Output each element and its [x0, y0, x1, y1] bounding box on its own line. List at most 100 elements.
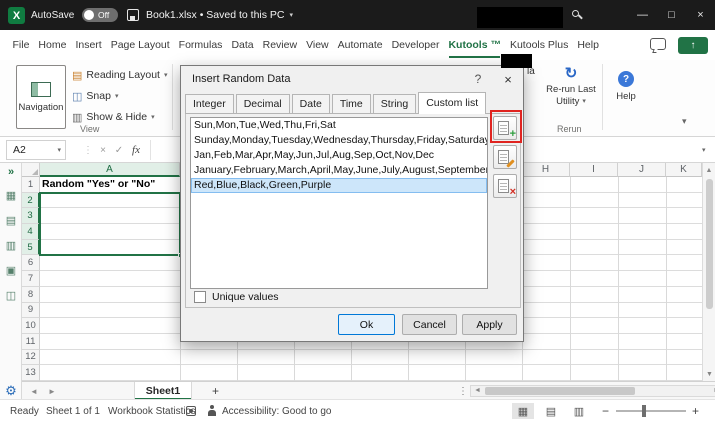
rerun-last-utility-button[interactable]: ↻ Re-run Last Utility ▾: [543, 65, 599, 129]
row-header[interactable]: 12: [22, 349, 40, 366]
row-header[interactable]: 6: [22, 255, 40, 272]
row-header[interactable]: 11: [22, 333, 40, 350]
list-item[interactable]: January,February,March,April,May,June,Ju…: [191, 163, 487, 178]
zoom-out-button[interactable]: −: [602, 400, 609, 421]
name-manager-pane-icon[interactable]: ▣: [0, 264, 22, 277]
page-break-view-icon[interactable]: ▥: [568, 403, 590, 419]
save-icon[interactable]: [127, 9, 139, 21]
enter-entry-icon[interactable]: ✓: [112, 140, 126, 160]
delete-list-button[interactable]: ×: [493, 174, 517, 198]
row-header[interactable]: 13: [22, 365, 40, 381]
list-item[interactable]: Sun,Mon,Tue,Wed,Thu,Fri,Sat: [191, 118, 487, 133]
tab-view[interactable]: View: [302, 30, 334, 60]
page-layout-view-icon[interactable]: ▤: [540, 403, 562, 419]
reading-layout-button[interactable]: ▤ Reading Layout ▾: [72, 66, 167, 84]
list-item[interactable]: Sunday,Monday,Tuesday,Wednesday,Thursday…: [191, 133, 487, 148]
autotext-pane-icon[interactable]: ▥: [0, 239, 22, 252]
dialog-close-button[interactable]: ×: [497, 68, 519, 90]
add-list-button[interactable]: +: [493, 116, 517, 140]
column-header-j[interactable]: J: [618, 163, 666, 177]
search-icon[interactable]: [572, 10, 583, 20]
tab-home[interactable]: Home: [34, 30, 71, 60]
advanced-find-pane-icon[interactable]: ◫: [0, 289, 22, 302]
worksheets-pane-icon[interactable]: ▦: [0, 189, 22, 202]
document-title[interactable]: Book1.xlsx • Saved to this PC ▾: [146, 0, 293, 30]
expand-pane-icon[interactable]: »: [0, 166, 22, 178]
row-header[interactable]: 8: [22, 286, 40, 303]
tab-splitter-icon[interactable]: ⋮: [458, 382, 468, 400]
expand-formula-bar-icon[interactable]: ▾: [702, 146, 706, 154]
accessibility-status[interactable]: Accessibility: Good to go: [222, 400, 332, 421]
cell-a1-value[interactable]: Random "Yes" or "No": [42, 178, 179, 192]
new-sheet-button[interactable]: +: [212, 382, 219, 400]
scroll-up-icon[interactable]: ▲: [703, 167, 715, 174]
tab-automate[interactable]: Automate: [333, 30, 387, 60]
zoom-slider-handle[interactable]: [642, 405, 646, 417]
column-list-pane-icon[interactable]: ▤: [0, 214, 22, 227]
dialog-help-button[interactable]: ?: [467, 68, 489, 90]
tab-file[interactable]: File: [8, 30, 34, 60]
snap-button[interactable]: ◫ Snap ▾: [72, 87, 118, 105]
edit-list-button[interactable]: [493, 145, 517, 169]
tab-developer[interactable]: Developer: [387, 30, 444, 60]
macro-record-icon[interactable]: [186, 406, 196, 416]
dialog-tab-decimal[interactable]: Decimal: [235, 94, 290, 113]
tab-kutools[interactable]: Kutools ™: [444, 30, 506, 60]
column-header-k[interactable]: K: [666, 163, 702, 177]
vertical-scrollbar[interactable]: ▲ ▼: [702, 163, 715, 381]
workbook-statistics-button[interactable]: Workbook Statistics: [108, 400, 196, 421]
row-header[interactable]: 7: [22, 271, 40, 287]
custom-list-box[interactable]: Sun,Mon,Tue,Wed,Thu,Fri,Sat Sunday,Monda…: [190, 117, 488, 289]
scroll-left-icon[interactable]: ◄: [474, 387, 481, 394]
minimize-button[interactable]: —: [628, 0, 657, 30]
column-header-a[interactable]: A: [40, 163, 180, 177]
list-item[interactable]: Jan,Feb,Mar,Apr,May,Jun,Jul,Aug,Sep,Oct,…: [191, 148, 487, 163]
dialog-tab-custom-list[interactable]: Custom list: [418, 92, 487, 114]
collapse-ribbon-icon[interactable]: ▾: [682, 116, 687, 127]
list-item-selected[interactable]: Red,Blue,Black,Green,Purple: [191, 178, 487, 193]
close-button[interactable]: ×: [686, 0, 715, 30]
dialog-tab-date[interactable]: Date: [291, 94, 330, 113]
column-header-h[interactable]: H: [522, 163, 570, 177]
settings-gear-icon[interactable]: ⚙: [0, 383, 22, 399]
next-sheet-icon[interactable]: ►: [48, 382, 56, 400]
row-header[interactable]: 4: [22, 224, 40, 240]
zoom-slider-track[interactable]: [616, 410, 686, 412]
horizontal-scroll-thumb[interactable]: [485, 387, 635, 395]
tab-insert[interactable]: Insert: [71, 30, 106, 60]
insert-function-icon[interactable]: fx: [128, 140, 144, 160]
previous-sheet-icon[interactable]: ◄: [30, 382, 38, 400]
normal-view-icon[interactable]: ▦: [512, 403, 534, 419]
cancel-button[interactable]: Cancel: [402, 314, 457, 335]
help-button[interactable]: ? Help: [606, 65, 646, 129]
tab-help[interactable]: Help: [573, 30, 604, 60]
name-box[interactable]: A2 ▾: [6, 140, 66, 160]
apply-button[interactable]: Apply: [462, 314, 517, 335]
autosave-toggle[interactable]: Off: [82, 8, 118, 22]
row-header[interactable]: 1: [22, 177, 40, 193]
zoom-in-button[interactable]: +: [692, 400, 699, 421]
scroll-down-icon[interactable]: ▼: [703, 371, 715, 378]
comments-icon[interactable]: [650, 38, 666, 53]
select-all-corner[interactable]: [22, 163, 40, 177]
sheet-tab-sheet1[interactable]: Sheet1: [134, 382, 192, 400]
row-header[interactable]: 2: [22, 192, 40, 209]
maximize-button[interactable]: □: [657, 0, 686, 30]
column-header-i[interactable]: I: [570, 163, 618, 177]
tab-review[interactable]: Review: [258, 30, 301, 60]
row-header[interactable]: 10: [22, 318, 40, 334]
tab-formulas[interactable]: Formulas: [174, 30, 227, 60]
tab-data[interactable]: Data: [227, 30, 258, 60]
vertical-scroll-thumb[interactable]: [705, 179, 713, 309]
row-header[interactable]: 5: [22, 239, 40, 256]
dialog-tab-time[interactable]: Time: [331, 94, 371, 113]
row-header[interactable]: 3: [22, 208, 40, 225]
horizontal-scrollbar[interactable]: ◄ ►: [470, 385, 715, 397]
navigation-button[interactable]: Navigation: [16, 65, 66, 129]
row-header[interactable]: 9: [22, 302, 40, 319]
dialog-tab-string[interactable]: String: [372, 94, 417, 113]
ok-button[interactable]: Ok: [338, 314, 395, 335]
unique-values-checkbox[interactable]: [194, 291, 206, 303]
tab-page-layout[interactable]: Page Layout: [106, 30, 174, 60]
dialog-tab-integer[interactable]: Integer: [185, 94, 234, 113]
